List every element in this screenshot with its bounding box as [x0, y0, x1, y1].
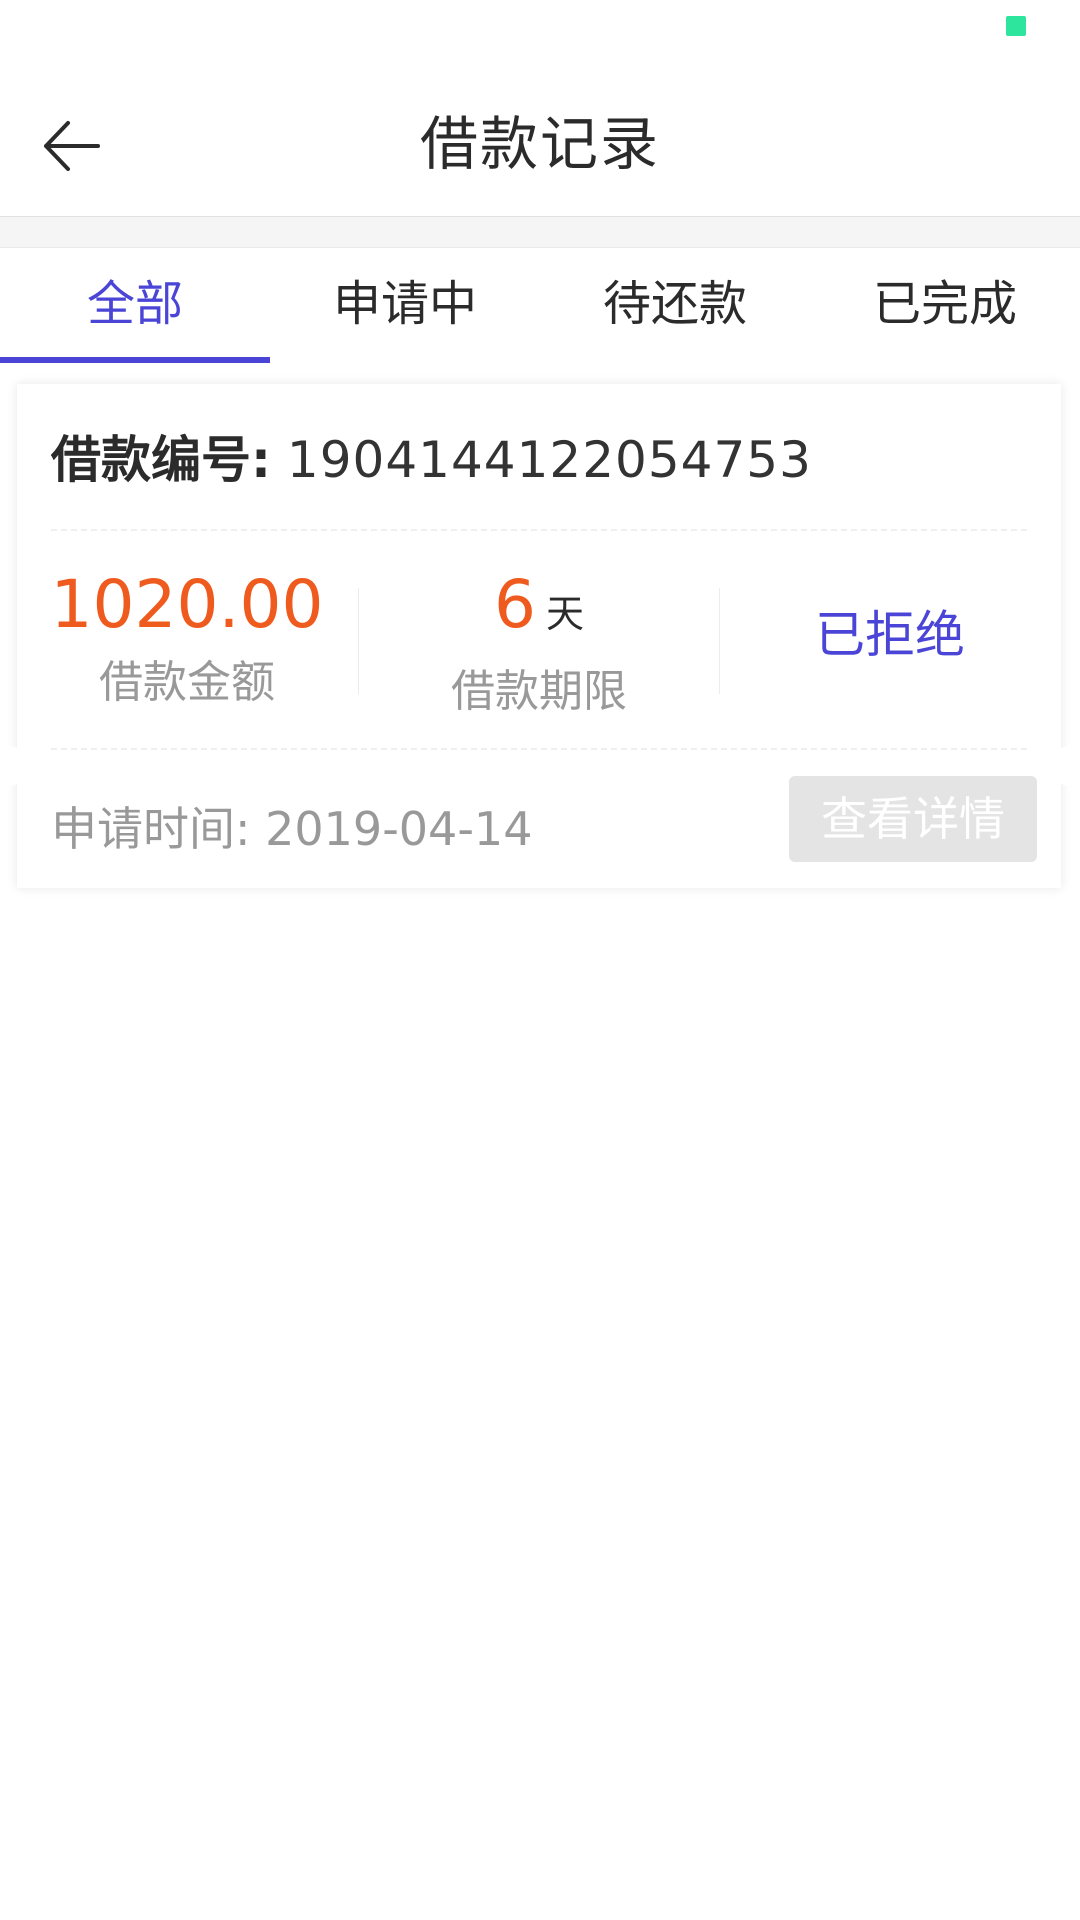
- loan-amount-value: 1020.00: [50, 566, 324, 643]
- loan-number-label: 借款编号:: [51, 431, 271, 489]
- loan-amount: 1020.00 借款金额: [17, 560, 357, 710]
- loan-term-value: 6: [493, 566, 536, 643]
- apply-time-value: 2019-04-14: [265, 802, 533, 856]
- active-tab-indicator: [0, 357, 270, 363]
- tab-applying[interactable]: 申请中: [270, 248, 540, 363]
- stat-divider: [719, 588, 720, 694]
- ticket-notch-left: [6, 746, 28, 786]
- tab-label: 申请中: [332, 276, 477, 332]
- loan-number: 借款编号: 1904144122054753: [51, 430, 812, 490]
- loan-status-text: 已拒绝: [815, 606, 965, 664]
- loan-status: 已拒绝: [719, 560, 1061, 710]
- tab-label: 全部: [86, 276, 183, 332]
- loan-number-value: 1904144122054753: [286, 431, 812, 489]
- header-separator: [0, 217, 1080, 248]
- tab-label: 待还款: [602, 276, 747, 332]
- loan-record-card: 借款编号: 1904144122054753 1020.00 借款金额 6天 借…: [6, 384, 1072, 888]
- app-header: 借款记录: [0, 70, 1080, 217]
- stat-divider: [358, 588, 359, 694]
- page-title: 借款记录: [419, 110, 660, 178]
- loan-term: 6天 借款期限: [359, 560, 719, 717]
- tab-to-repay[interactable]: 待还款: [540, 248, 810, 363]
- tab-bar: 全部 申请中 待还款 已完成: [0, 248, 1080, 363]
- tab-all[interactable]: 全部: [0, 248, 270, 363]
- card-divider: [51, 748, 1027, 750]
- tab-completed[interactable]: 已完成: [810, 248, 1080, 363]
- tab-label: 已完成: [872, 276, 1017, 332]
- loan-term-unit: 天: [545, 592, 584, 636]
- loan-term-label: 借款期限: [451, 666, 627, 717]
- loan-term-value-row: 6天: [359, 560, 719, 659]
- loan-amount-label: 借款金额: [99, 657, 275, 708]
- status-indicator: [1006, 16, 1026, 36]
- card-divider: [51, 529, 1027, 531]
- apply-time-label: 申请时间:: [51, 802, 251, 856]
- apply-time: 申请时间: 2019-04-14: [51, 789, 532, 869]
- loan-stats: 1020.00 借款金额 6天 借款期限 已拒绝: [17, 560, 1061, 717]
- ticket-notch-right: [1050, 746, 1072, 786]
- view-details-button[interactable]: 查看详情: [789, 776, 1037, 862]
